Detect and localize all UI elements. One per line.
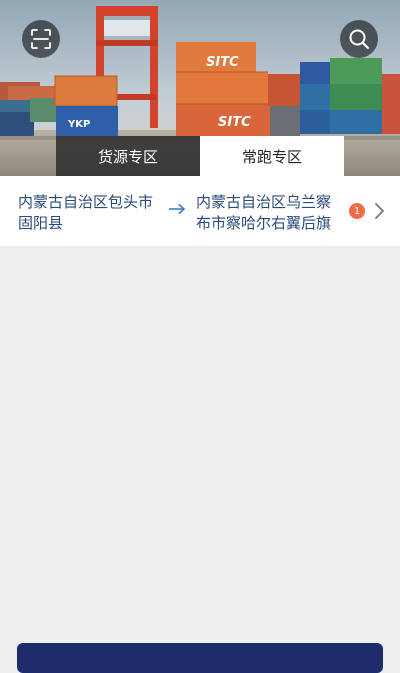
container-label-ykp: YKP — [67, 119, 90, 130]
scan-icon — [31, 29, 51, 49]
tab-cargo-source[interactable]: 货源专区 — [56, 136, 200, 176]
bottom-action-button[interactable] — [17, 643, 383, 673]
arrow-right-icon — [169, 203, 186, 215]
search-icon — [349, 29, 369, 49]
container-label-sitc-bottom: SITC — [218, 115, 251, 130]
scan-button[interactable] — [22, 20, 60, 58]
search-button[interactable] — [340, 20, 378, 58]
route-card[interactable]: 内蒙古自治区包头市 固阳县 内蒙古自治区乌兰察 布市察哈尔右翼后旗 — [0, 176, 400, 246]
route-count-badge: 1 — [349, 203, 365, 219]
destination-location: 内蒙古自治区乌兰察 布市察哈尔右翼后旗 — [196, 193, 332, 232]
tab-frequent-routes[interactable]: 常跑专区 — [200, 136, 344, 176]
container-label-sitc-top: SITC — [206, 55, 239, 70]
chevron-right-icon[interactable] — [374, 202, 386, 220]
origin-location: 内蒙古自治区包头市 固阳县 — [18, 193, 154, 232]
zone-tabs: 货源专区 常跑专区 — [56, 136, 344, 176]
